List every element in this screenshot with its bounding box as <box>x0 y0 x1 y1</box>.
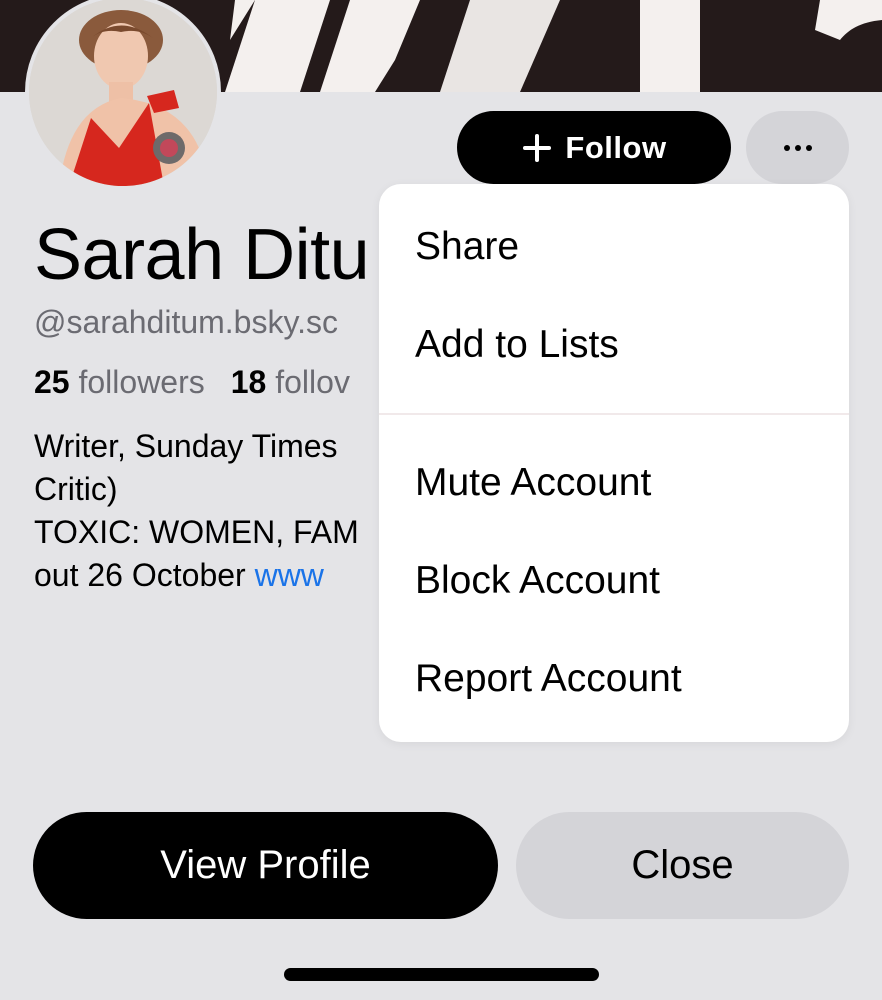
follow-button-label: Follow <box>565 129 667 165</box>
following-count: 18 <box>230 364 267 400</box>
display-name: Sarah Ditu <box>34 215 370 295</box>
followers-count: 25 <box>34 364 70 400</box>
menu-item-block-account[interactable]: Block Account <box>415 559 660 603</box>
bio: Writer, Sunday Times Critic) TOXIC: WOME… <box>34 425 359 597</box>
following-label: follov <box>275 364 350 400</box>
close-button[interactable]: Close <box>516 812 849 919</box>
home-indicator[interactable] <box>284 968 599 981</box>
bio-line-last: out 26 October www <box>34 554 359 597</box>
more-options-button[interactable] <box>746 111 849 184</box>
bio-line: out 26 October <box>34 557 255 593</box>
bio-line: TOXIC: WOMEN, FAM <box>34 514 359 550</box>
avatar-image <box>29 0 217 186</box>
following-stat[interactable]: 18 follov <box>231 364 350 401</box>
menu-item-share[interactable]: Share <box>415 225 519 269</box>
profile-options-menu: Share Add to Lists Mute Account Block Ac… <box>379 184 849 742</box>
followers-label: followers <box>78 364 205 400</box>
view-profile-button[interactable]: View Profile <box>33 812 498 919</box>
bio-line: Critic) <box>34 471 118 507</box>
profile-stats: 25 followers 18 follov <box>34 364 350 401</box>
menu-item-add-to-lists[interactable]: Add to Lists <box>415 323 619 367</box>
follow-button[interactable]: Follow <box>457 111 731 184</box>
handle: @sarahditum.bsky.sc <box>34 304 338 340</box>
followers-stat[interactable]: 25 followers <box>34 364 205 401</box>
bio-link[interactable]: www <box>255 557 324 593</box>
plus-icon <box>521 132 553 164</box>
avatar[interactable] <box>25 0 221 190</box>
menu-item-report-account[interactable]: Report Account <box>415 657 682 701</box>
menu-item-mute-account[interactable]: Mute Account <box>415 461 651 505</box>
menu-divider <box>379 413 849 415</box>
bio-line: Writer, Sunday Times <box>34 428 338 464</box>
more-horizontal-icon <box>783 144 812 151</box>
